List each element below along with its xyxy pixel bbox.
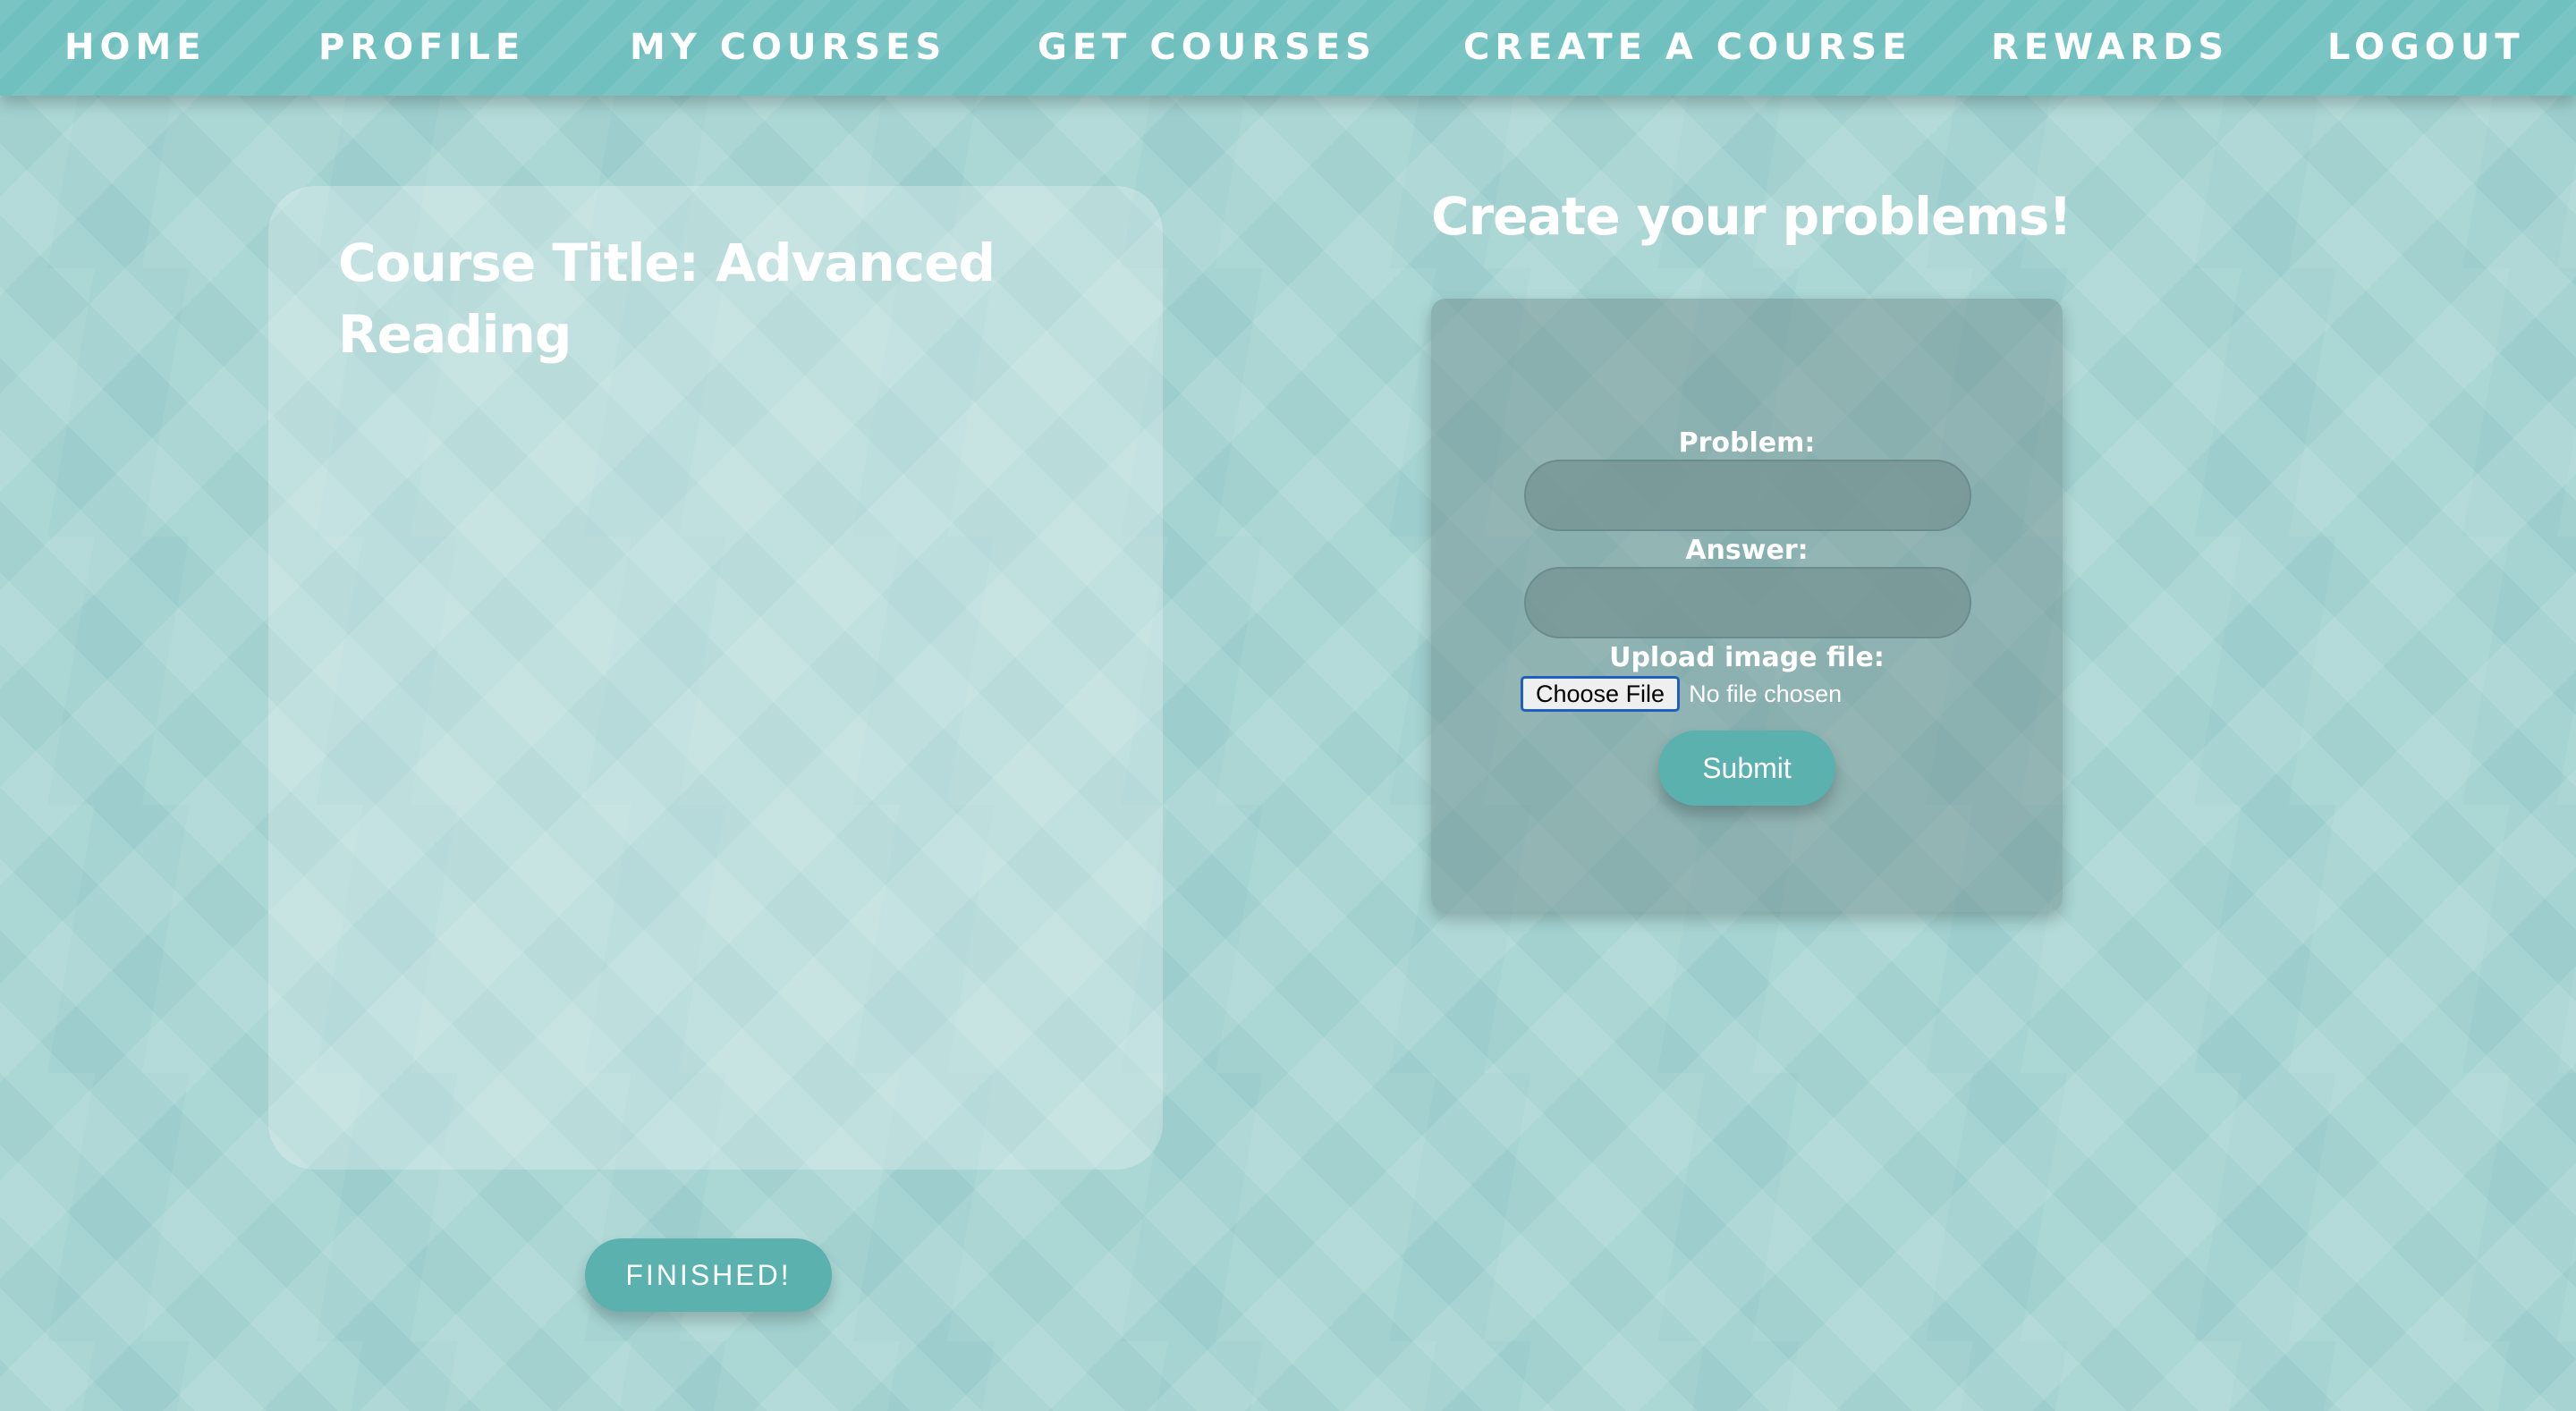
course-card: Course Title: Advanced Reading (268, 186, 1163, 1170)
nav-get-courses-link[interactable]: Get Courses (1038, 0, 1377, 96)
form-heading: Create your problems! (1431, 186, 2072, 247)
nav-home-link[interactable]: Home (64, 0, 207, 96)
submit-button[interactable]: Submit (1658, 731, 1835, 806)
finished-button[interactable]: FINISHED! (585, 1238, 832, 1312)
nav-profile-link[interactable]: Profile (318, 0, 525, 96)
course-title: Course Title: Advanced Reading (338, 232, 996, 365)
choose-file-button[interactable]: Choose File (1521, 676, 1681, 712)
problem-input[interactable] (1524, 460, 1971, 531)
nav-create-course-link[interactable]: Create a Course (1463, 0, 1912, 96)
problem-form: Problem: Answer: Upload image file: Choo… (1431, 299, 2063, 912)
problem-label: Problem: (1678, 427, 1816, 459)
answer-label: Answer: (1685, 535, 1809, 566)
nav-rewards-link[interactable]: Rewards (1991, 0, 2229, 96)
upload-image-label: Upload image file: (1609, 642, 1885, 673)
file-upload-field: Choose File No file chosen (1521, 674, 1842, 714)
nav-my-courses-link[interactable]: My Courses (630, 0, 946, 96)
top-nav: Home Profile My Courses Get Courses Crea… (0, 0, 2576, 96)
answer-input[interactable] (1524, 567, 1971, 638)
nav-logout-link[interactable]: Logout (2327, 0, 2525, 96)
file-status-text: No file chosen (1689, 680, 1843, 707)
